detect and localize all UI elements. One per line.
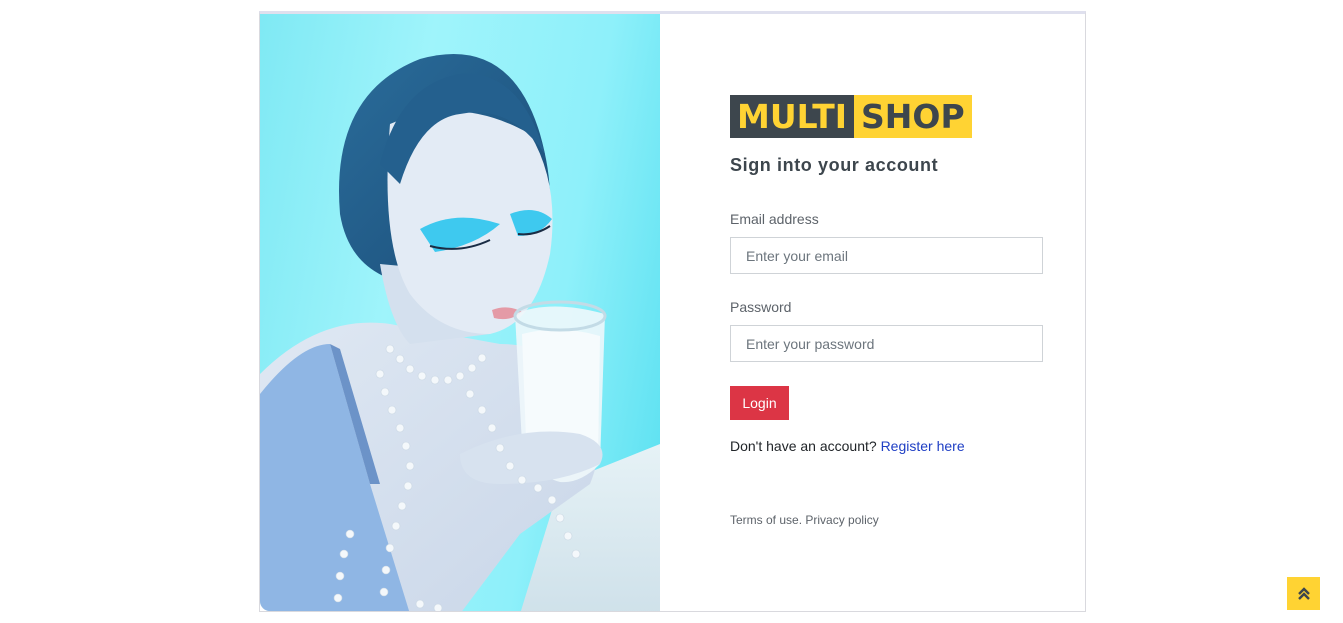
form-heading: Sign into your account xyxy=(730,155,939,175)
password-label: Password xyxy=(730,299,792,315)
brand-logo-part1: MULTI xyxy=(730,95,854,138)
register-prompt-text: Don't have an account? xyxy=(730,438,877,454)
brand-logo[interactable]: MULTI SHOP xyxy=(730,95,972,138)
email-input[interactable] xyxy=(730,237,1043,274)
hero-photo xyxy=(260,14,660,611)
email-label: Email address xyxy=(730,211,819,227)
privacy-policy-link[interactable]: Privacy policy xyxy=(805,513,878,527)
brand-logo-part2: SHOP xyxy=(854,95,972,138)
register-link[interactable]: Register here xyxy=(881,438,965,454)
woman-with-milk-glass-illustration xyxy=(260,54,660,611)
login-card: MULTI SHOP Sign into your account Email … xyxy=(259,11,1086,612)
back-to-top-button[interactable] xyxy=(1287,577,1320,610)
register-prompt: Don't have an account? Register here xyxy=(730,438,965,454)
double-chevron-up-icon xyxy=(1297,586,1310,600)
password-input[interactable] xyxy=(730,325,1043,362)
login-form-panel: MULTI SHOP Sign into your account Email … xyxy=(660,14,1085,611)
login-button[interactable]: Login xyxy=(730,386,789,420)
legal-links: Terms of use. Privacy policy xyxy=(730,513,879,527)
terms-of-use-link[interactable]: Terms of use. xyxy=(730,513,802,527)
